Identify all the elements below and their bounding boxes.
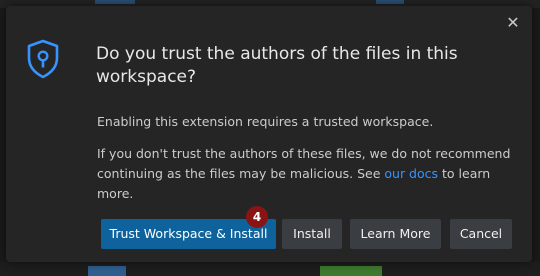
background-badge-fragment bbox=[88, 266, 126, 276]
dialog-detail: If you don't trust the authors of these … bbox=[97, 144, 517, 204]
background-badge-fragment bbox=[320, 266, 382, 276]
install-button[interactable]: Install bbox=[282, 219, 342, 249]
background-tab-fragment bbox=[376, 0, 404, 4]
workspace-trust-dialog: ✕ Do you trust the authors of the files … bbox=[6, 6, 532, 262]
step-badge: 4 bbox=[246, 206, 268, 228]
close-icon[interactable]: ✕ bbox=[506, 15, 520, 31]
dialog-title: Do you trust the authors of the files in… bbox=[96, 44, 458, 87]
background-text-fragment bbox=[222, 266, 318, 276]
learn-more-button[interactable]: Learn More bbox=[350, 219, 441, 249]
background-tab-fragment bbox=[95, 0, 135, 4]
background-text-fragment bbox=[0, 266, 70, 276]
shield-lock-icon bbox=[27, 39, 59, 79]
our-docs-link[interactable]: our docs bbox=[384, 166, 438, 181]
dialog-message: Enabling this extension requires a trust… bbox=[97, 114, 434, 129]
cancel-button[interactable]: Cancel bbox=[450, 219, 512, 249]
